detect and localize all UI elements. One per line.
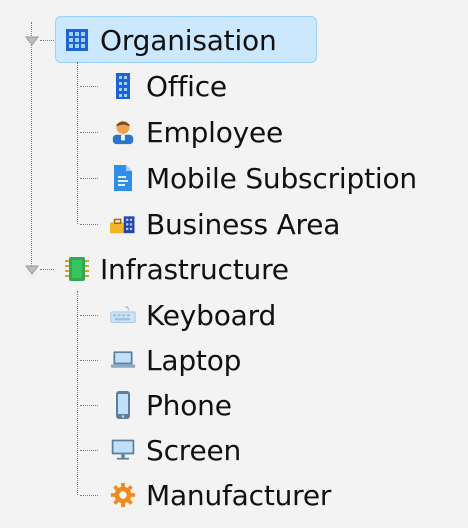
business-area-icon	[110, 211, 136, 237]
tree-node-laptop[interactable]: Laptop	[110, 340, 241, 380]
tree-node-manufacturer[interactable]: Manufacturer	[110, 475, 331, 515]
expand-arrow-icon[interactable]	[24, 33, 40, 49]
tree-node-employee[interactable]: Employee	[110, 112, 283, 152]
tree-node-label: Screen	[146, 433, 242, 467]
monitor-icon	[110, 437, 136, 463]
tree-node-label: Employee	[146, 115, 284, 149]
tree-node-label: Business Area	[146, 207, 341, 241]
expand-arrow-icon[interactable]	[24, 262, 40, 278]
tree-connector-infrastructure	[40, 269, 54, 270]
tree-view[interactable]: Organisation Office Employee Mobile Subs…	[0, 0, 468, 528]
tree-connector-organisation	[40, 40, 54, 41]
tree-node-office[interactable]: Office	[110, 66, 227, 106]
tree-node-label: Mobile Subscription	[146, 161, 417, 195]
tree-node-label: Office	[146, 69, 227, 103]
tree-node-business-area[interactable]: Business Area	[110, 204, 340, 244]
tree-node-label: Phone	[146, 388, 232, 422]
office-building-icon	[110, 73, 136, 99]
tree-connector	[80, 360, 98, 361]
tree-connector	[80, 86, 98, 87]
tree-connector	[80, 178, 98, 179]
tree-node-mobile-subscription[interactable]: Mobile Subscription	[110, 158, 417, 198]
tree-connector	[80, 224, 98, 225]
laptop-icon	[110, 347, 136, 373]
tree-node-phone[interactable]: Phone	[110, 385, 232, 425]
tree-node-organisation[interactable]: Organisation	[64, 20, 277, 60]
tree-connector	[80, 315, 98, 316]
employee-person-icon	[110, 119, 136, 145]
tree-node-label: Manufacturer	[146, 478, 332, 512]
document-icon	[110, 165, 136, 191]
tree-connector-root	[31, 22, 32, 270]
tree-node-screen[interactable]: Screen	[110, 430, 241, 470]
gear-icon	[110, 482, 136, 508]
tree-connector-organisation-children	[77, 62, 78, 224]
tree-node-label: Laptop	[146, 343, 242, 377]
chip-icon	[64, 256, 90, 282]
tree-connector	[80, 495, 98, 496]
tree-node-infrastructure[interactable]: Infrastructure	[64, 249, 289, 289]
tree-connector	[80, 405, 98, 406]
tree-node-keyboard[interactable]: Keyboard	[110, 295, 276, 335]
tree-node-label: Organisation	[100, 23, 277, 57]
tree-connector-infrastructure-children	[77, 291, 78, 495]
phone-icon	[110, 391, 136, 419]
tree-connector	[80, 450, 98, 451]
organisation-grid-icon	[64, 27, 90, 53]
tree-node-label: Infrastructure	[100, 252, 289, 286]
tree-node-label: Keyboard	[146, 298, 277, 332]
keyboard-icon	[110, 302, 136, 328]
tree-connector	[80, 132, 98, 133]
